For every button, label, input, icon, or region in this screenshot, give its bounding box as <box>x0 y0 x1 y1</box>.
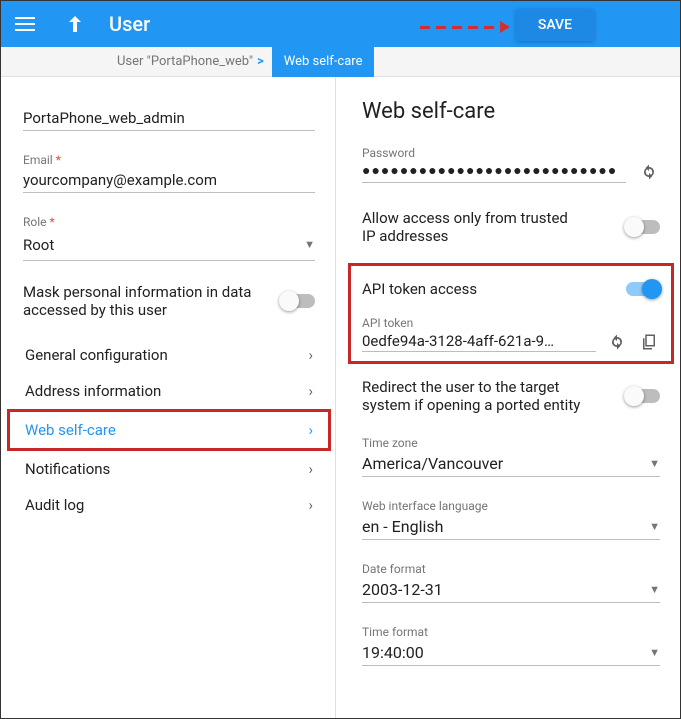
api-token-label: API token <box>362 316 413 330</box>
date-format-label: Date format <box>362 562 426 576</box>
chevron-down-icon: ▼ <box>649 646 660 659</box>
date-format-select[interactable]: 2003-12-31 ▼ <box>362 577 660 603</box>
trusted-ip-toggle[interactable] <box>626 220 660 234</box>
timezone-select[interactable]: America/Vancouver ▼ <box>362 451 660 477</box>
nav-label: Notifications <box>25 460 110 478</box>
role-value: Root <box>23 232 304 257</box>
chevron-right-icon: › <box>308 460 313 478</box>
nav-label: Audit log <box>25 496 84 514</box>
nav-label: General configuration <box>25 346 168 364</box>
timezone-label: Time zone <box>362 436 418 450</box>
breadcrumb-parent[interactable]: User "PortaPhone_web" <box>117 54 253 69</box>
api-access-label: API token access <box>362 280 477 298</box>
annotation-highlight: Web self-care › <box>7 409 331 451</box>
date-format-value: 2003-12-31 <box>362 580 649 599</box>
time-format-label: Time format <box>362 625 428 639</box>
nav-audit-log[interactable]: Audit log › <box>23 487 315 523</box>
timezone-value: America/Vancouver <box>362 454 649 473</box>
password-label: Password <box>362 146 415 160</box>
language-value: en - English <box>362 517 649 536</box>
username-field[interactable] <box>23 105 315 131</box>
refresh-icon[interactable] <box>638 161 660 183</box>
chevron-right-icon: › <box>308 346 313 364</box>
copy-icon[interactable] <box>638 331 660 353</box>
breadcrumb: User "PortaPhone_web" > Web self-care <box>1 47 680 77</box>
chevron-right-icon: > <box>257 54 264 69</box>
refresh-icon[interactable] <box>606 331 628 353</box>
chevron-right-icon: › <box>308 496 313 514</box>
menu-icon[interactable] <box>11 10 39 38</box>
role-select[interactable]: Root ▼ <box>23 229 315 261</box>
nav-address-information[interactable]: Address information › <box>23 373 315 409</box>
email-label: Email <box>23 153 315 167</box>
email-field[interactable] <box>23 167 315 193</box>
time-format-select[interactable]: 19:40:00 ▼ <box>362 640 660 666</box>
section-title: Web self-care <box>362 99 660 124</box>
content: Email Role Root ▼ Mask personal informat… <box>1 77 680 718</box>
nav-label: Web self-care <box>25 421 116 439</box>
save-button[interactable]: SAVE <box>516 9 594 41</box>
nav-notifications[interactable]: Notifications › <box>23 451 315 487</box>
time-format-value: 19:40:00 <box>362 643 649 662</box>
up-arrow-icon[interactable] <box>61 10 89 38</box>
chevron-down-icon: ▼ <box>304 238 315 251</box>
left-panel: Email Role Root ▼ Mask personal informat… <box>1 77 336 718</box>
language-label: Web interface language <box>362 499 488 513</box>
app-header: User SAVE <box>1 1 680 47</box>
chevron-right-icon: › <box>308 382 313 400</box>
chevron-down-icon: ▼ <box>649 457 660 470</box>
mask-toggle[interactable] <box>281 294 315 308</box>
trusted-ip-label: Allow access only from trusted IP addres… <box>362 209 582 245</box>
mask-label: Mask personal information in data access… <box>23 283 253 319</box>
chevron-right-icon: › <box>308 421 313 439</box>
chevron-down-icon: ▼ <box>649 520 660 533</box>
nav-label: Address information <box>25 382 161 400</box>
page-title: User <box>109 12 150 36</box>
breadcrumb-current: Web self-care <box>272 47 375 77</box>
language-select[interactable]: en - English ▼ <box>362 514 660 540</box>
api-token-field[interactable]: 0edfe94a-3128-4aff-621a-9… <box>362 332 596 352</box>
nav-general-configuration[interactable]: General configuration › <box>23 337 315 373</box>
annotation-highlight: API token access API token 0edfe94a-3128… <box>348 263 674 364</box>
role-label: Role <box>23 215 315 229</box>
redirect-label: Redirect the user to the target system i… <box>362 378 592 414</box>
password-field[interactable]: ●●●●●●●●●●●●●●●●●●●●●●●●●●● <box>362 162 626 183</box>
chevron-down-icon: ▼ <box>649 583 660 596</box>
annotation-arrow <box>420 21 510 33</box>
api-access-toggle[interactable] <box>626 282 660 296</box>
nav-web-self-care[interactable]: Web self-care › <box>23 412 315 448</box>
right-panel: Web self-care Password ●●●●●●●●●●●●●●●●●… <box>336 77 680 718</box>
redirect-toggle[interactable] <box>626 389 660 403</box>
